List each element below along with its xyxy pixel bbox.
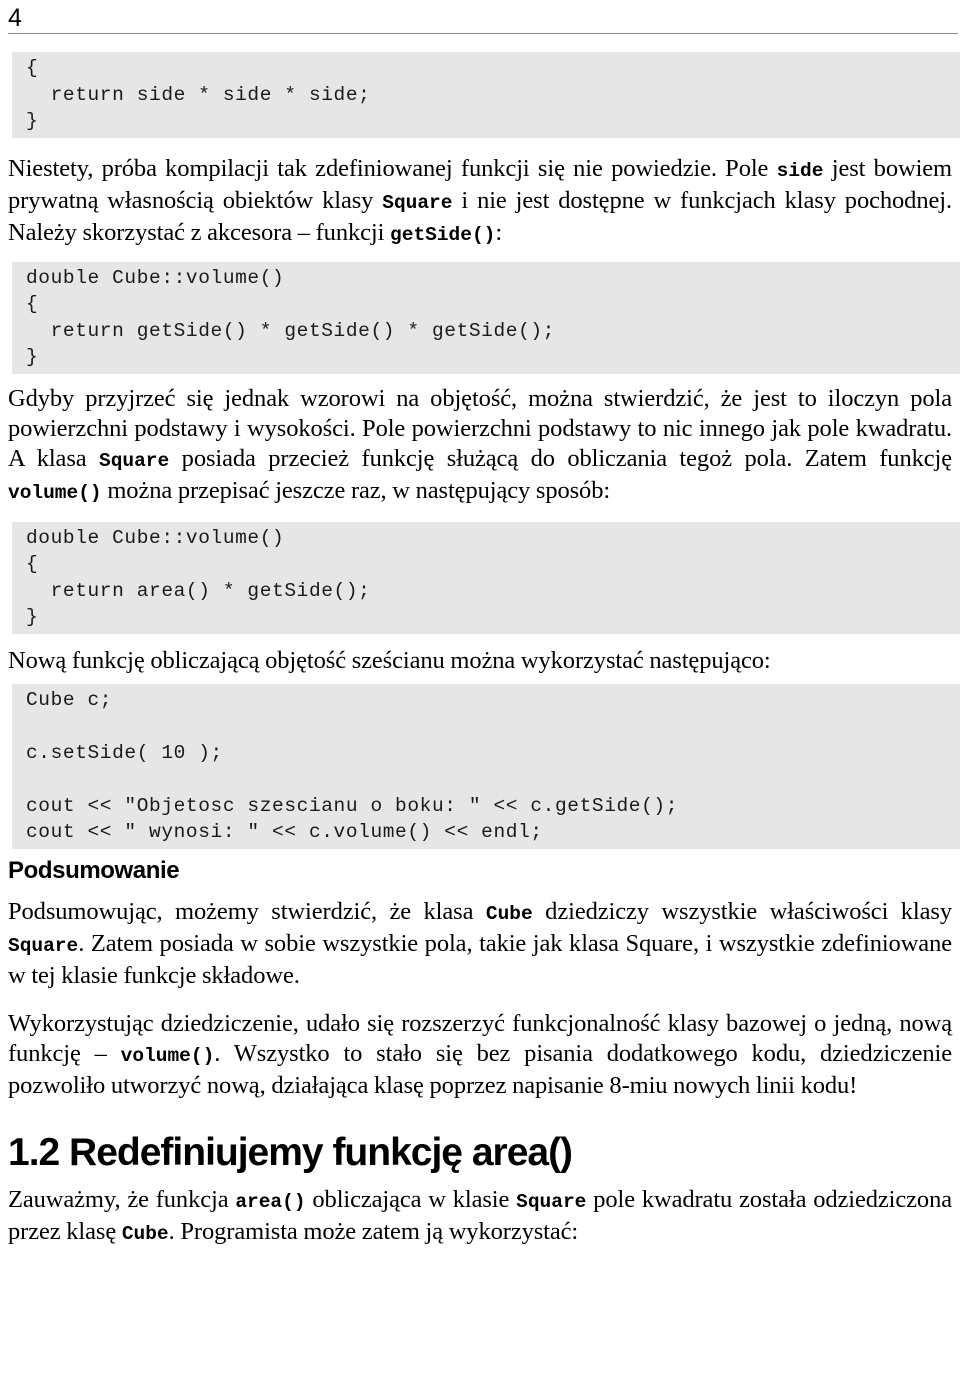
code-line: double Cube::volume() (26, 526, 285, 549)
paragraph: Niestety, próba kompilacji tak zdefiniow… (8, 154, 953, 246)
paragraph: Wykorzystując dziedziczenie, udało się r… (8, 1009, 953, 1099)
subsection-heading: Podsumowanie (8, 856, 180, 884)
inline-code: Cube (121, 1222, 169, 1245)
code-line: return side * side * side; (26, 83, 371, 106)
inline-code: area() (235, 1190, 306, 1213)
code-line: cout << " wynosi: " << c.volume() << end… (26, 821, 543, 843)
paragraph: Podsumowując, możemy stwierdzić, że klas… (8, 897, 952, 989)
code-line: return area() * getSide(); (26, 579, 371, 602)
code-line: } (26, 110, 39, 132)
code-line: { (26, 293, 39, 315)
inline-code: volume() (8, 481, 102, 504)
code-line: Cube c; (26, 688, 113, 711)
code-line: } (26, 606, 39, 628)
inline-code: side (776, 159, 824, 182)
code-block: double Cube::volume(){ return getSide() … (12, 261, 960, 374)
inline-code: getSide() (390, 223, 496, 246)
inline-code: Square (8, 934, 79, 957)
paragraph: Gdyby przyjrzeć się jednak wzorowi na ob… (8, 384, 952, 504)
code-line: { (26, 553, 39, 575)
document-page: 4 { return side * side * side;} Niestety… (0, 0, 960, 1249)
page-header: 4 (0, 0, 960, 34)
code-line: double Cube::volume() (26, 266, 285, 289)
inline-code: Cube (485, 902, 533, 925)
code-line: } (26, 346, 39, 368)
code-line: return getSide() * getSide() * getSide()… (26, 319, 555, 342)
inline-code: Square (99, 449, 170, 472)
document-content: { return side * side * side;} Niestety, … (0, 52, 960, 1249)
inline-code: Square (516, 1190, 587, 1213)
code-block: double Cube::volume(){ return area() * g… (12, 521, 960, 634)
code-line: c.setSide( 10 ); (26, 741, 223, 764)
section-heading: 1.2 Redefiniujemy funkcję area() (8, 1130, 573, 1174)
paragraph: Zauważmy, że funkcja area() obliczająca … (8, 1185, 953, 1245)
code-line: cout << "Objetosc szescianu o boku: " <<… (26, 794, 679, 817)
inline-code: Square (382, 191, 453, 214)
code-block: Cube c; c.setSide( 10 ); cout << "Objeto… (12, 683, 960, 849)
paragraph: Nową funkcję obliczającą objętość sześci… (8, 646, 771, 674)
code-line: { (26, 57, 39, 79)
inline-code: volume() (120, 1044, 215, 1067)
code-block: { return side * side * side;} (12, 52, 960, 138)
page-number: 4 (8, 4, 22, 32)
